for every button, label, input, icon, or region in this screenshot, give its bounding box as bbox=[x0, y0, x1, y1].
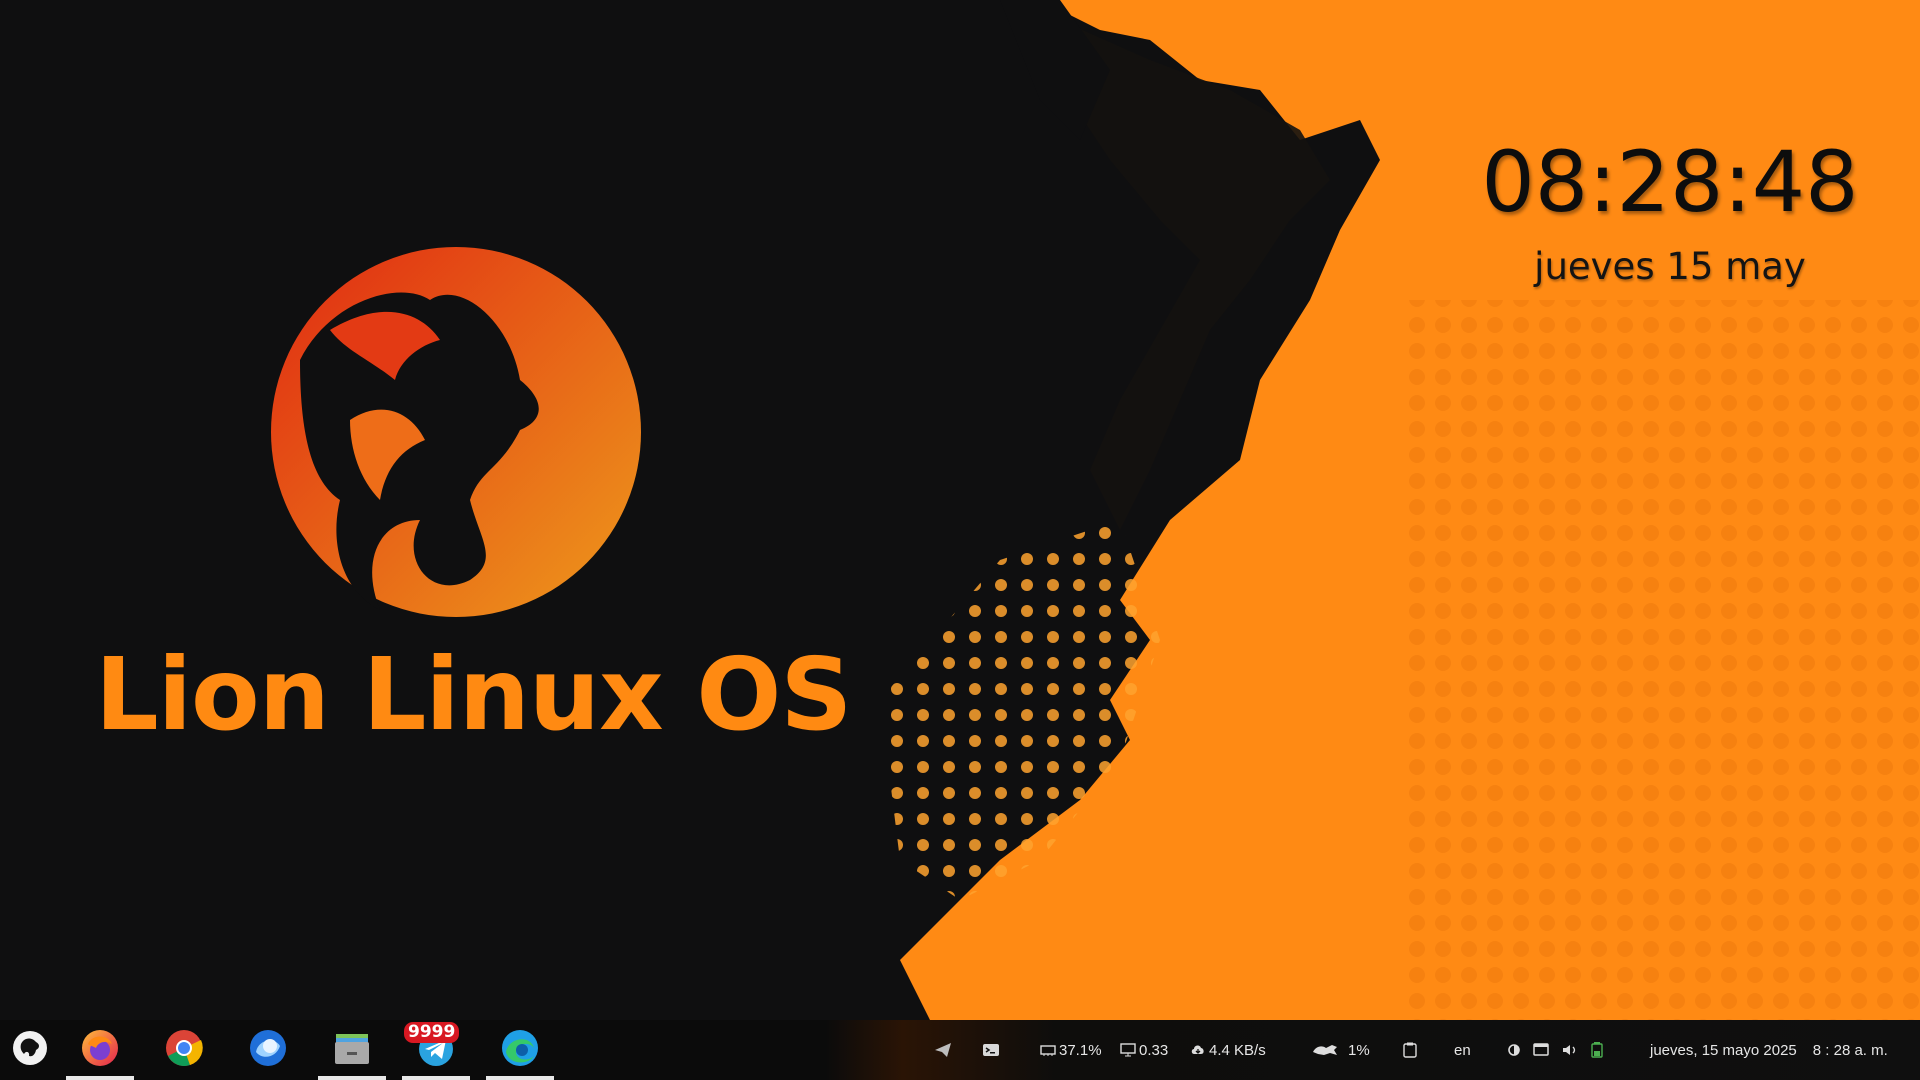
tray-display-button[interactable] bbox=[1533, 1020, 1549, 1080]
system-load: 0.33 bbox=[1139, 1041, 1169, 1059]
tray-volume-button[interactable] bbox=[1562, 1020, 1578, 1080]
lion-icon bbox=[12, 1030, 48, 1070]
monitor-icon bbox=[1120, 1043, 1136, 1057]
tray-load[interactable]: 0.33 bbox=[1120, 1020, 1168, 1080]
volume-icon bbox=[1562, 1043, 1578, 1057]
taskbar: 9999 37.1% 0.33 4.4 KB/s 1% en jueves, 1… bbox=[0, 1020, 1920, 1080]
chrome-icon bbox=[164, 1028, 204, 1072]
file-manager-icon bbox=[332, 1028, 372, 1072]
tray-clipboard-button[interactable] bbox=[1403, 1020, 1417, 1080]
taskbar-app-firefox[interactable] bbox=[66, 1020, 134, 1080]
terminal-icon bbox=[982, 1042, 1000, 1058]
keyboard-layout: en bbox=[1454, 1041, 1471, 1059]
lion-cpu-icon bbox=[1312, 1043, 1338, 1057]
desktop-clock-date: jueves 15 may bbox=[1534, 245, 1806, 288]
memory-usage: 37.1% bbox=[1059, 1041, 1102, 1059]
brightness-icon bbox=[1506, 1042, 1522, 1058]
tray-datetime[interactable]: jueves, 15 mayo 2025 8 : 28 a. m. bbox=[1650, 1020, 1888, 1080]
cpu-usage: 1% bbox=[1348, 1041, 1370, 1059]
memory-icon bbox=[1040, 1043, 1056, 1057]
running-indicator bbox=[486, 1076, 554, 1080]
taskbar-app-edge[interactable] bbox=[486, 1020, 554, 1080]
taskbar-app-telegram[interactable]: 9999 bbox=[402, 1020, 470, 1080]
app-menu-button[interactable] bbox=[0, 1020, 64, 1080]
tray-brightness-button[interactable] bbox=[1506, 1020, 1522, 1080]
tray-keyboard-layout[interactable]: en bbox=[1454, 1020, 1471, 1080]
running-indicator bbox=[402, 1076, 470, 1080]
tray-send-icon-button[interactable] bbox=[934, 1020, 952, 1080]
logo-title: Lion Linux OS bbox=[95, 636, 852, 753]
taskbar-app-chrome[interactable] bbox=[150, 1020, 218, 1080]
clipboard-icon bbox=[1403, 1042, 1417, 1058]
tray-memory[interactable]: 37.1% bbox=[1040, 1020, 1102, 1080]
network-speed: 4.4 KB/s bbox=[1209, 1041, 1266, 1059]
battery-icon bbox=[1591, 1042, 1603, 1058]
running-indicator bbox=[318, 1076, 386, 1080]
edge-icon bbox=[500, 1028, 540, 1072]
tray-time: 8 : 28 a. m. bbox=[1812, 1041, 1888, 1059]
cloud-download-icon bbox=[1190, 1043, 1206, 1057]
taskbar-app-thunderbird[interactable] bbox=[234, 1020, 302, 1080]
firefox-icon bbox=[80, 1028, 120, 1072]
tray-date: jueves, 15 mayo 2025 bbox=[1650, 1041, 1797, 1059]
tray-terminal-button[interactable] bbox=[982, 1020, 1000, 1080]
taskbar-app-files[interactable] bbox=[318, 1020, 386, 1080]
running-indicator bbox=[66, 1076, 134, 1080]
display-icon bbox=[1533, 1043, 1549, 1057]
thunderbird-icon bbox=[248, 1028, 288, 1072]
desktop-clock-time: 08:28:48 bbox=[1481, 133, 1859, 231]
send-icon bbox=[934, 1042, 952, 1058]
tray-network[interactable]: 4.4 KB/s bbox=[1190, 1020, 1266, 1080]
notification-badge: 9999 bbox=[404, 1022, 460, 1043]
tray-cpu[interactable]: 1% bbox=[1312, 1020, 1370, 1080]
tray-battery-button[interactable] bbox=[1591, 1020, 1603, 1080]
